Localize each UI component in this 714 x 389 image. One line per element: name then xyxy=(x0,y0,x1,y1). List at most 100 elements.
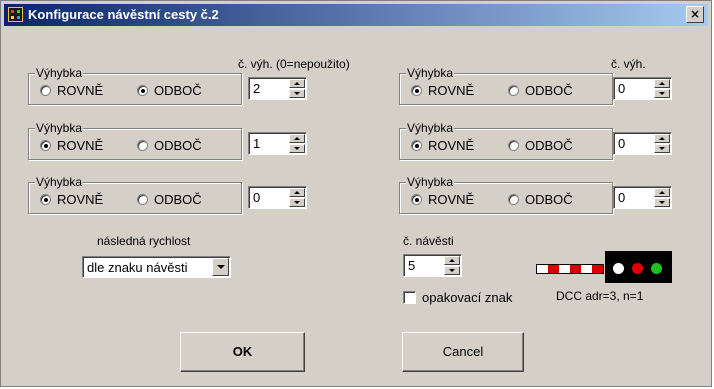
rail-segment xyxy=(592,265,603,273)
chevron-down-icon[interactable] xyxy=(212,258,229,276)
straight-radio[interactable]: ROVNĚ xyxy=(40,138,103,153)
spin-up-icon[interactable] xyxy=(289,134,305,143)
spinner-value: 0 xyxy=(618,190,626,205)
switch-legend: Výhybka xyxy=(406,175,455,189)
rail-segment xyxy=(537,265,548,273)
switch-number-label-right: č. výh. xyxy=(611,57,646,71)
switch-number-spinner-2[interactable]: 1 xyxy=(248,132,307,155)
spin-down-icon[interactable] xyxy=(289,198,305,207)
window-title: Konfigurace návěstní cesty č.2 xyxy=(28,7,219,22)
checkbox-box[interactable] xyxy=(403,291,416,304)
radio-dot-icon[interactable] xyxy=(40,194,51,205)
switch-legend: Výhybka xyxy=(406,66,455,80)
switch-number-spinner-5[interactable]: 0 xyxy=(613,132,672,155)
spin-down-icon[interactable] xyxy=(289,89,305,98)
radio-dot-icon[interactable] xyxy=(137,140,148,151)
switch-group-3: Výhybka ROVNĚ ODBOČ xyxy=(28,175,242,214)
app-icon xyxy=(8,7,23,22)
spinner-value: 2 xyxy=(253,81,261,96)
spin-down-icon[interactable] xyxy=(444,266,460,275)
spin-up-icon[interactable] xyxy=(654,188,670,197)
branch-label: ODBOČ xyxy=(154,83,202,98)
switch-number-spinner-6[interactable]: 0 xyxy=(613,186,672,209)
spinner-value: 5 xyxy=(408,258,416,273)
switch-number-label-left: č. výh. (0=nepoužito) xyxy=(238,57,350,71)
branch-label: ODBOČ xyxy=(154,138,202,153)
straight-radio[interactable]: ROVNĚ xyxy=(411,192,474,207)
spin-down-icon[interactable] xyxy=(654,198,670,207)
switch-group-4: Výhybka ROVNĚ ODBOČ xyxy=(399,66,613,105)
switch-number-spinner-3[interactable]: 0 xyxy=(248,186,307,209)
branch-label: ODBOČ xyxy=(525,138,573,153)
dcc-info: DCC adr=3, n=1 xyxy=(556,289,644,303)
spinner-value: 0 xyxy=(618,81,626,96)
radio-dot-icon[interactable] xyxy=(411,140,422,151)
radio-dot-icon[interactable] xyxy=(508,140,519,151)
following-speed-label: následná rychlost xyxy=(97,234,191,248)
straight-radio[interactable]: ROVNĚ xyxy=(40,192,103,207)
radio-dot-icon[interactable] xyxy=(40,140,51,151)
spin-up-icon[interactable] xyxy=(289,188,305,197)
signal-number-label: č. návěsti xyxy=(403,234,454,248)
radio-dot-icon[interactable] xyxy=(508,194,519,205)
switch-legend: Výhybka xyxy=(35,175,84,189)
radio-dot-icon[interactable] xyxy=(137,194,148,205)
switch-group-2: Výhybka ROVNĚ ODBOČ xyxy=(28,121,242,160)
signal-lamp xyxy=(632,263,643,274)
straight-radio[interactable]: ROVNĚ xyxy=(411,83,474,98)
spin-up-icon[interactable] xyxy=(654,134,670,143)
straight-label: ROVNĚ xyxy=(428,138,475,153)
signal-lamp xyxy=(613,263,624,274)
signal-number-spinner[interactable]: 5 xyxy=(403,254,462,277)
branch-radio[interactable]: ODBOČ xyxy=(508,138,573,153)
branch-radio[interactable]: ODBOČ xyxy=(137,192,202,207)
rail-segment xyxy=(581,265,592,273)
repeat-sign-label: opakovací znak xyxy=(422,290,513,305)
straight-label: ROVNĚ xyxy=(428,83,475,98)
signal-rail xyxy=(536,264,604,274)
branch-radio[interactable]: ODBOČ xyxy=(508,83,573,98)
switch-group-5: Výhybka ROVNĚ ODBOČ xyxy=(399,121,613,160)
branch-label: ODBOČ xyxy=(525,83,573,98)
spinner-value: 0 xyxy=(618,136,626,151)
cancel-button[interactable]: Cancel xyxy=(402,332,524,372)
rail-segment xyxy=(570,265,581,273)
switch-group-1: Výhybka ROVNĚ ODBOČ xyxy=(28,66,242,105)
radio-dot-icon[interactable] xyxy=(137,85,148,96)
switch-legend: Výhybka xyxy=(406,121,455,135)
title-bar[interactable]: Konfigurace návěstní cesty č.2 × xyxy=(4,4,708,26)
branch-label: ODBOČ xyxy=(154,192,202,207)
ok-button[interactable]: OK xyxy=(180,332,305,372)
switch-number-spinner-1[interactable]: 2 xyxy=(248,77,307,100)
signal-preview xyxy=(536,251,672,283)
spin-up-icon[interactable] xyxy=(654,79,670,88)
switch-number-spinner-4[interactable]: 0 xyxy=(613,77,672,100)
switch-legend: Výhybka xyxy=(35,66,84,80)
straight-radio[interactable]: ROVNĚ xyxy=(411,138,474,153)
signal-head xyxy=(605,251,672,283)
following-speed-select[interactable]: dle znaku návěsti xyxy=(82,256,231,278)
branch-radio[interactable]: ODBOČ xyxy=(508,192,573,207)
radio-dot-icon[interactable] xyxy=(411,85,422,96)
spin-down-icon[interactable] xyxy=(654,144,670,153)
switch-legend: Výhybka xyxy=(35,121,84,135)
straight-radio[interactable]: ROVNĚ xyxy=(40,83,103,98)
rail-segment xyxy=(548,265,559,273)
repeat-sign-checkbox[interactable]: opakovací znak xyxy=(403,290,512,305)
branch-radio[interactable]: ODBOČ xyxy=(137,83,202,98)
branch-radio[interactable]: ODBOČ xyxy=(137,138,202,153)
close-button[interactable]: × xyxy=(686,6,704,23)
spin-down-icon[interactable] xyxy=(289,144,305,153)
radio-dot-icon[interactable] xyxy=(508,85,519,96)
straight-label: ROVNĚ xyxy=(428,192,475,207)
branch-label: ODBOČ xyxy=(525,192,573,207)
dialog-window: Konfigurace návěstní cesty č.2 × č. výh.… xyxy=(0,0,712,387)
radio-dot-icon[interactable] xyxy=(411,194,422,205)
spinner-value: 0 xyxy=(253,190,261,205)
spin-down-icon[interactable] xyxy=(654,89,670,98)
spin-up-icon[interactable] xyxy=(289,79,305,88)
rail-segment xyxy=(559,265,570,273)
switch-group-6: Výhybka ROVNĚ ODBOČ xyxy=(399,175,613,214)
radio-dot-icon[interactable] xyxy=(40,85,51,96)
spin-up-icon[interactable] xyxy=(444,256,460,265)
